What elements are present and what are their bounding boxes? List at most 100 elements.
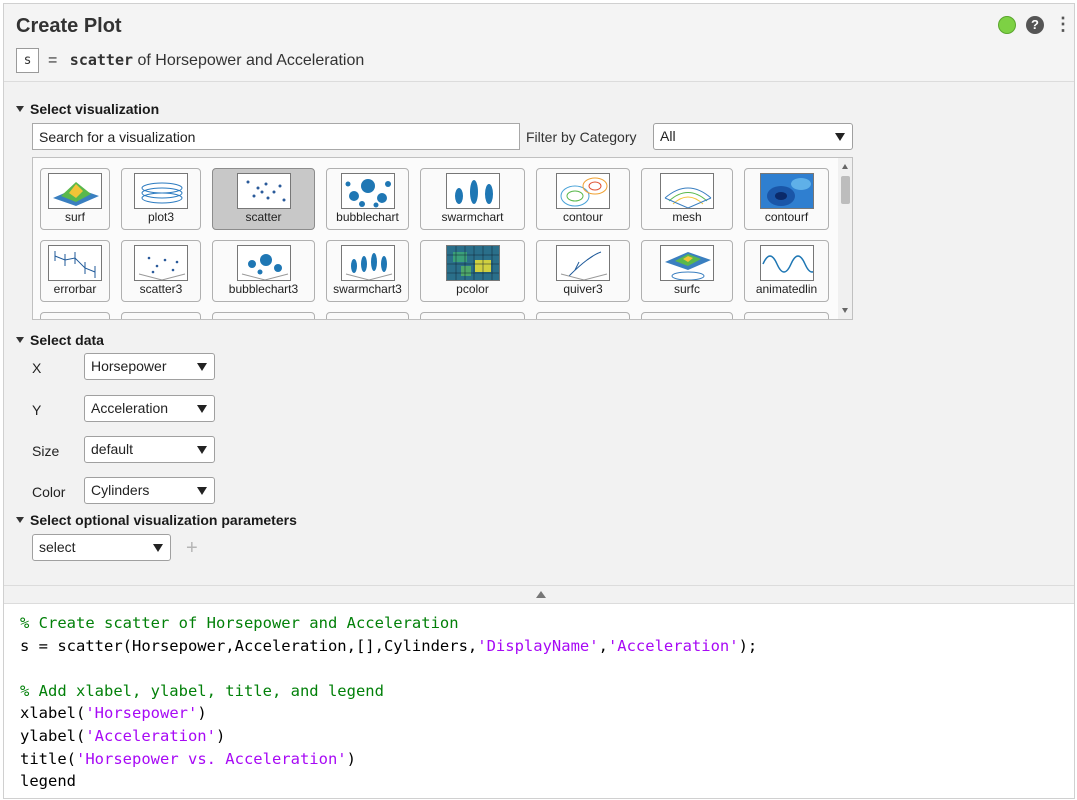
- tile-label: mesh: [672, 210, 702, 224]
- tile-animatedline[interactable]: animatedlin: [744, 240, 829, 302]
- tile-pcolor[interactable]: pcolor: [420, 240, 525, 302]
- errorbar-icon: [48, 245, 102, 281]
- section-label: Select data: [30, 332, 104, 348]
- tile-label: errorbar: [53, 282, 97, 296]
- help-icon[interactable]: ?: [1026, 16, 1044, 34]
- plus-icon[interactable]: +: [186, 537, 198, 560]
- output-variable-field[interactable]: s: [16, 48, 39, 73]
- tile-swarmchart[interactable]: swarmchart: [420, 168, 525, 230]
- quiver3-icon: [556, 245, 610, 281]
- code-line: ylabel('Acceleration'): [20, 726, 226, 745]
- tile-contourf[interactable]: contourf: [744, 168, 829, 230]
- size-label: Size: [32, 443, 60, 459]
- scroll-down-icon[interactable]: [842, 308, 848, 313]
- tile-surf[interactable]: surf: [40, 168, 110, 230]
- tile-scatter3[interactable]: scatter3: [121, 240, 201, 302]
- y-dropdown[interactable]: Acceleration: [84, 395, 215, 422]
- tile-label: contourf: [764, 210, 809, 224]
- size-value: default: [91, 441, 134, 457]
- code-line: title('Horsepower vs. Acceleration'): [20, 749, 356, 768]
- tile-bubblechart3[interactable]: bubblechart3: [212, 240, 315, 302]
- collapse-triangle-icon: [16, 106, 24, 112]
- code-toggle-bar[interactable]: [4, 585, 1074, 603]
- status-indicator-icon: [998, 16, 1016, 34]
- chevron-down-icon: [197, 446, 207, 454]
- filter-category-value: All: [660, 128, 676, 144]
- visualization-search-input[interactable]: [32, 123, 520, 150]
- tile-partial[interactable]: [326, 312, 409, 319]
- tile-label: bubblechart: [336, 210, 399, 224]
- chevron-down-icon: [197, 363, 207, 371]
- chevron-down-icon: [197, 487, 207, 495]
- contourf-icon: [759, 173, 814, 209]
- contour-icon: [556, 173, 610, 209]
- select-visualization-header[interactable]: Select visualization: [16, 101, 159, 117]
- tile-scatter[interactable]: scatter: [212, 168, 315, 230]
- scatter3-icon: [134, 245, 188, 281]
- chevron-down-icon: [153, 544, 163, 552]
- tile-partial[interactable]: [744, 312, 829, 319]
- tile-partial[interactable]: [536, 312, 630, 319]
- collapse-triangle-icon: [16, 337, 24, 343]
- code-line: legend: [20, 772, 76, 791]
- tile-mesh[interactable]: mesh: [641, 168, 733, 230]
- code-comment: % Add xlabel, ylabel, title, and legend: [20, 681, 384, 700]
- collapse-triangle-icon: [16, 517, 24, 523]
- task-header: Create Plot s = scatter of Horsepower an…: [4, 4, 1074, 82]
- plot3-icon: [134, 173, 188, 209]
- swarmchart-icon: [445, 173, 500, 209]
- color-value: Cylinders: [91, 482, 150, 498]
- color-label: Color: [32, 484, 66, 500]
- scrollbar-thumb[interactable]: [841, 176, 850, 204]
- y-value: Acceleration: [91, 400, 169, 416]
- tile-errorbar[interactable]: errorbar: [40, 240, 110, 302]
- tile-partial[interactable]: [121, 312, 201, 319]
- tile-label: quiver3: [563, 282, 603, 296]
- select-optional-params-header[interactable]: Select optional visualization parameters: [16, 512, 297, 528]
- tile-surfc[interactable]: surfc: [641, 240, 733, 302]
- tile-partial[interactable]: [40, 312, 110, 319]
- color-dropdown[interactable]: Cylinders: [84, 477, 215, 504]
- select-data-header[interactable]: Select data: [16, 332, 104, 348]
- summary-function-name: scatter: [69, 51, 134, 69]
- gallery-scrollbar[interactable]: [838, 158, 852, 319]
- tile-label: surf: [64, 210, 85, 224]
- tile-partial[interactable]: [420, 312, 525, 319]
- scatter-icon: [236, 173, 291, 209]
- tile-label: bubblechart3: [228, 282, 299, 296]
- tile-label: pcolor: [456, 282, 489, 296]
- x-value: Horsepower: [91, 358, 167, 374]
- tile-partial[interactable]: [212, 312, 315, 319]
- surfc-icon: [660, 245, 714, 281]
- chevron-down-icon: [197, 405, 207, 413]
- optional-param-dropdown[interactable]: select: [32, 534, 171, 561]
- tile-contour[interactable]: contour: [536, 168, 630, 230]
- size-dropdown[interactable]: default: [84, 436, 215, 463]
- animatedline-icon: [759, 245, 814, 281]
- y-label: Y: [32, 402, 42, 418]
- scroll-up-icon[interactable]: [842, 164, 848, 169]
- optional-param-value: select: [39, 539, 76, 555]
- pcolor-icon: [445, 245, 500, 281]
- x-dropdown[interactable]: Horsepower: [84, 353, 215, 380]
- filter-category-dropdown[interactable]: All: [653, 123, 853, 150]
- more-options-icon[interactable]: ⋮: [1054, 15, 1072, 34]
- tile-swarmchart3[interactable]: swarmchart3: [326, 240, 409, 302]
- code-line: xlabel('Horsepower'): [20, 704, 207, 723]
- swarmchart3-icon: [340, 245, 395, 281]
- tile-quiver3[interactable]: quiver3: [536, 240, 630, 302]
- tile-bubblechart[interactable]: bubblechart: [326, 168, 409, 230]
- tile-label: surfc: [673, 282, 700, 296]
- tile-plot3[interactable]: plot3: [121, 168, 201, 230]
- bubblechart-icon: [340, 173, 395, 209]
- filter-category-label: Filter by Category: [526, 129, 637, 145]
- code-line: s = scatter(Horsepower,Acceleration,[],C…: [20, 636, 758, 655]
- chevron-up-icon[interactable]: [536, 591, 546, 598]
- task-summary: = scatter of Horsepower and Acceleration: [48, 51, 364, 70]
- equals-sign: =: [48, 52, 58, 69]
- section-label: Select visualization: [30, 101, 160, 117]
- create-plot-task: Create Plot s = scatter of Horsepower an…: [3, 3, 1075, 799]
- tile-partial[interactable]: [641, 312, 733, 319]
- tile-label: plot3: [147, 210, 175, 224]
